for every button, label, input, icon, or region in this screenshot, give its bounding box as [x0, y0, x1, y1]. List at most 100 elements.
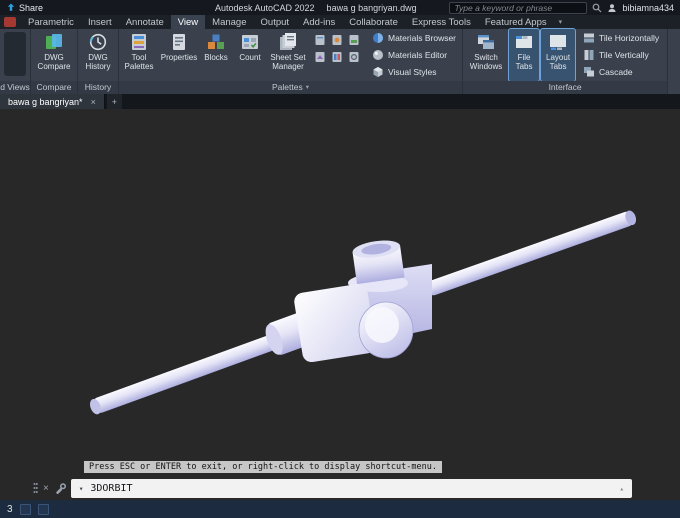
- materials-browser-icon: [373, 33, 383, 43]
- status-grid-icon[interactable]: [19, 503, 31, 515]
- command-hint: Press ESC or ENTER to exit, or right-cli…: [84, 461, 442, 473]
- share-button[interactable]: Share: [6, 3, 43, 13]
- panel-palettes: Tool Palettes Properties Blocks Count Sh…: [119, 29, 464, 94]
- panel-label-history: History: [78, 81, 118, 94]
- tile-horizontally-button[interactable]: Tile Horizontally: [583, 32, 659, 44]
- count-button[interactable]: Count: [233, 29, 267, 81]
- panel-history: DWG History History: [78, 29, 119, 94]
- properties-button[interactable]: Properties: [159, 29, 199, 81]
- file-tab-bar: bawa g bangriyan* × +: [0, 94, 680, 109]
- file-tab-active[interactable]: bawa g bangriyan* ×: [0, 94, 105, 109]
- valve-front-flange-highlight: [365, 307, 399, 343]
- visual-styles-button[interactable]: Visual Styles: [372, 66, 456, 78]
- panel-label-palettes[interactable]: Palettes ▾: [119, 81, 463, 94]
- ribbon-spacer: [668, 29, 680, 94]
- file-tabs-button[interactable]: File Tabs: [508, 28, 541, 82]
- cascade-icon: [584, 67, 595, 77]
- materials-editor-icon: [373, 50, 383, 60]
- command-grip-handle[interactable]: [33, 482, 38, 496]
- tab-featured-apps[interactable]: Featured Apps: [478, 15, 554, 29]
- app-menu-icon[interactable]: [4, 17, 16, 27]
- share-icon: [7, 3, 15, 11]
- sheet-set-manager-button[interactable]: Sheet Set Manager: [267, 29, 309, 81]
- palette-mini-icon-5[interactable]: [331, 51, 343, 63]
- command-dropdown-icon[interactable]: ▾: [79, 484, 84, 493]
- valve-top-cap: [352, 240, 405, 285]
- window-title: Autodesk AutoCAD 2022 bawa g bangriyan.d…: [215, 0, 417, 15]
- command-text: 3DORBIT: [90, 483, 133, 494]
- palette-mini-icon-3[interactable]: [348, 34, 360, 46]
- user-name[interactable]: bibiamna434: [622, 3, 674, 13]
- panel-label-interface: Interface: [463, 81, 668, 94]
- tab-output[interactable]: Output: [254, 15, 297, 29]
- ribbon-tab-bar: Parametric Insert Annotate View Manage O…: [0, 15, 680, 29]
- pipe-right: [425, 210, 637, 296]
- command-input[interactable]: ▾ 3DORBIT ▴: [70, 479, 632, 498]
- palette-mini-icon-2[interactable]: [331, 34, 343, 46]
- layout-tabs-icon: [550, 35, 567, 50]
- tab-collaborate[interactable]: Collaborate: [342, 15, 405, 29]
- dwg-compare-button[interactable]: DWG Compare: [31, 29, 77, 81]
- tab-manage[interactable]: Manage: [205, 15, 253, 29]
- dwg-history-button[interactable]: DWG History: [78, 29, 118, 81]
- sheet-set-manager-icon: [280, 33, 296, 50]
- materials-editor-button[interactable]: Materials Editor: [372, 49, 456, 61]
- valve-3d-model-canvas[interactable]: [0, 109, 680, 500]
- palette-mini-grid: [309, 29, 366, 69]
- visual-styles-icon: [373, 67, 383, 77]
- close-tab-icon[interactable]: ×: [91, 97, 96, 107]
- tab-add-ins[interactable]: Add-ins: [296, 15, 342, 29]
- tile-vertically-icon: [584, 50, 594, 60]
- search-input[interactable]: [449, 1, 588, 14]
- close-command-icon[interactable]: ×: [43, 483, 49, 494]
- panel-label-compare: Compare: [31, 81, 77, 94]
- share-label: Share: [19, 2, 44, 13]
- layout-tabs-button[interactable]: Layout Tabs: [540, 28, 577, 82]
- app-title: Autodesk AutoCAD 2022: [214, 2, 315, 13]
- panel-compare: DWG Compare Compare: [31, 29, 78, 94]
- palette-mini-icon-1[interactable]: [314, 34, 326, 46]
- palette-mini-icon-4[interactable]: [314, 51, 326, 63]
- materials-browser-button[interactable]: Materials Browser: [372, 32, 456, 44]
- drawing-viewport[interactable]: Press ESC or ENTER to exit, or right-cli…: [0, 109, 680, 500]
- blocks-icon: [208, 34, 224, 49]
- cascade-button[interactable]: Cascade: [583, 66, 659, 78]
- new-tab-button[interactable]: +: [106, 94, 122, 109]
- switch-windows-icon: [478, 35, 495, 49]
- tile-vertically-button[interactable]: Tile Vertically: [583, 49, 659, 61]
- command-scroll-icon[interactable]: ▴: [619, 484, 624, 493]
- tool-palettes-icon: [132, 34, 146, 50]
- ribbon: d Views DWG Compare Compare DWG History …: [0, 28, 680, 94]
- document-name: bawa g bangriyan.dwg: [326, 2, 417, 13]
- dwg-compare-icon: [46, 34, 62, 49]
- status-count: 3: [7, 503, 13, 515]
- tool-palettes-button[interactable]: Tool Palettes: [119, 29, 159, 81]
- panel-interface: Switch Windows File Tabs Layout Tabs Til…: [463, 28, 669, 94]
- dwg-history-icon: [89, 33, 107, 51]
- panel-views-stub: d Views: [0, 29, 31, 94]
- count-icon: [242, 35, 258, 49]
- titlebar: Share Autodesk AutoCAD 2022 bawa g bangr…: [0, 0, 680, 15]
- search-icon[interactable]: [592, 3, 602, 13]
- properties-icon: [173, 34, 185, 50]
- tab-insert[interactable]: Insert: [81, 15, 119, 29]
- blocks-button[interactable]: Blocks: [199, 29, 233, 81]
- tab-view[interactable]: View: [170, 15, 206, 29]
- palettes-expand-icon: ▾: [305, 84, 309, 91]
- panel-label-views: d Views: [0, 81, 30, 94]
- file-tab-label: bawa g bangriyan*: [8, 96, 83, 107]
- user-icon: [608, 3, 616, 12]
- command-line-row: × ▾ 3DORBIT ▴: [33, 479, 632, 498]
- views-stub-button[interactable]: [4, 32, 26, 76]
- status-snap-icon[interactable]: [37, 503, 49, 515]
- palette-mini-icon-6[interactable]: [348, 51, 360, 63]
- switch-windows-button[interactable]: Switch Windows: [465, 29, 507, 81]
- ribbon-collapse-button[interactable]: ▾: [559, 15, 563, 29]
- titlebar-right: bibiamna434: [449, 1, 674, 14]
- customize-wrench-icon[interactable]: [54, 482, 66, 495]
- tile-horizontally-icon: [584, 33, 595, 43]
- tab-express-tools[interactable]: Express Tools: [405, 15, 478, 29]
- tab-annotate[interactable]: Annotate: [119, 15, 171, 29]
- interface-row-buttons: Tile Horizontally Tile Vertically Cascad…: [577, 29, 665, 81]
- tab-parametric[interactable]: Parametric: [21, 15, 81, 29]
